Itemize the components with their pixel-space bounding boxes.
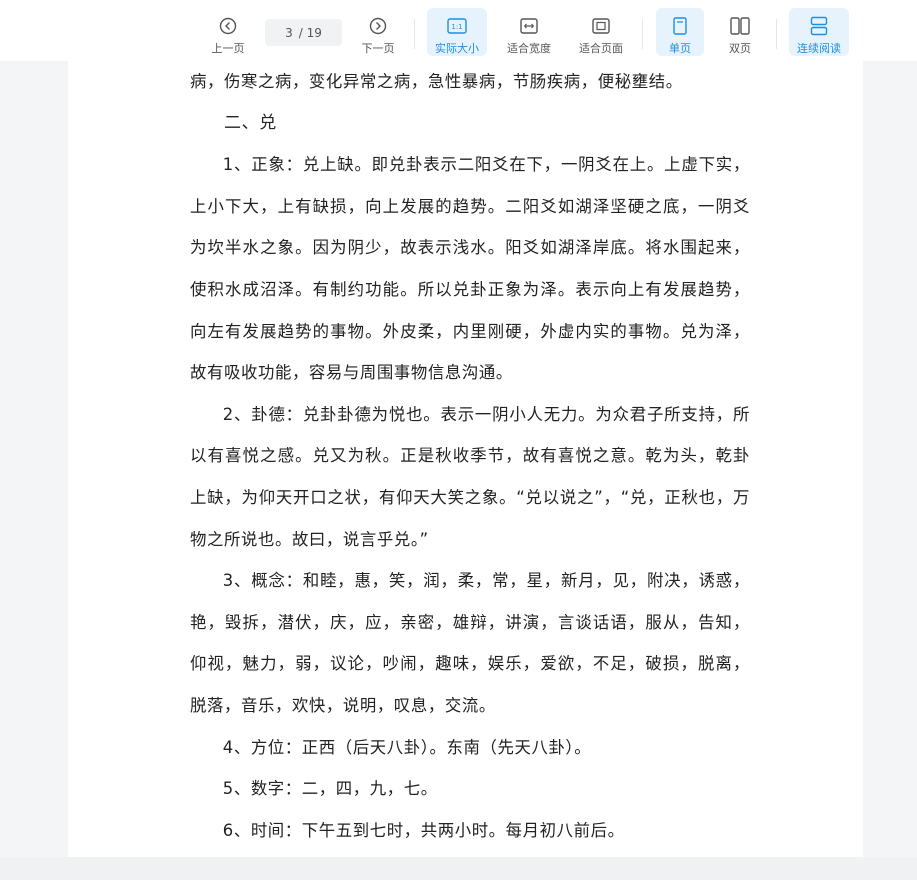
toolbar-divider [642,19,643,49]
single-page-label: 单页 [669,42,691,55]
paragraph: 3、概念：和睦，惠，笑，润，柔，常，星，新月，见，附决，诱惑，艳，毁拆，潜伏，庆… [190,571,750,715]
toolbar-divider [414,19,415,49]
fit-width-button[interactable]: 适合宽度 [500,8,558,56]
next-page-label: 下一页 [361,42,395,55]
continuous-reading-button[interactable]: 连续阅读 [789,8,849,56]
continuous-reading-icon [809,16,829,36]
chevron-left-circle-icon [218,16,238,36]
bottom-area [0,857,917,880]
double-page-button[interactable]: 双页 [716,8,764,56]
section-heading: 二、兑 [224,112,277,133]
document-body: 病，伤寒之病，变化异常之病，急性暴病，节肠疾病，便秘壅结。 二、兑 1、正象：兑… [190,61,750,851]
paragraph: 2、卦德：兑卦卦德为悦也。表示一阴小人无力。为众君子所支持，所以有喜悦之感。兑又… [190,404,750,549]
viewer-toolbar: 上一页 3 / 19 下一页 1:1 实际大小 适合宽度 适合页面 单页 双页 … [0,0,917,61]
toolbar-divider [776,19,777,49]
paragraph: 4、方位：正西（后天八卦）。东南（先天八卦）。 [222,737,592,757]
prev-page-label: 上一页 [211,42,245,55]
fit-page-button[interactable]: 适合页面 [572,8,630,56]
paragraph: 6、时间：下午五到七时，共两小时。每月初八前后。 [222,820,625,840]
paragraph: 1、正象：兑上缺。即兑卦表示二阳爻在下，一阴爻在上。上虚下实，上小下大，上有缺损… [190,155,750,383]
single-page-icon [670,16,690,36]
actual-size-button[interactable]: 1:1 实际大小 [427,8,487,56]
fit-page-icon [591,16,611,36]
prev-page-button[interactable]: 上一页 [203,8,253,56]
next-page-button[interactable]: 下一页 [353,8,403,56]
page-total: / 19 [298,25,322,40]
paragraph-continuation: 病，伤寒之病，变化异常之病，急性暴病，节肠疾病，便秘壅结。 [190,72,683,91]
single-page-button[interactable]: 单页 [656,8,704,56]
chevron-right-circle-icon [368,16,388,36]
scrollbar[interactable] [905,61,917,857]
actual-size-icon-text: 1:1 [451,23,462,31]
double-page-icon [730,16,750,36]
page-current[interactable]: 3 [285,26,293,40]
actual-size-icon: 1:1 [447,16,467,36]
fit-width-label: 适合宽度 [507,42,551,55]
document-page: 病，伤寒之病，变化异常之病，急性暴病，节肠疾病，便秘壅结。 二、兑 1、正象：兑… [68,61,863,857]
continuous-reading-label: 连续阅读 [797,42,841,55]
actual-size-label: 实际大小 [435,42,479,55]
paragraph: 5、数字：二，四，九，七。 [222,779,438,799]
fit-width-icon [519,16,539,36]
fit-page-label: 适合页面 [579,42,623,55]
double-page-label: 双页 [729,42,751,55]
page-indicator[interactable]: 3 / 19 [265,19,342,46]
